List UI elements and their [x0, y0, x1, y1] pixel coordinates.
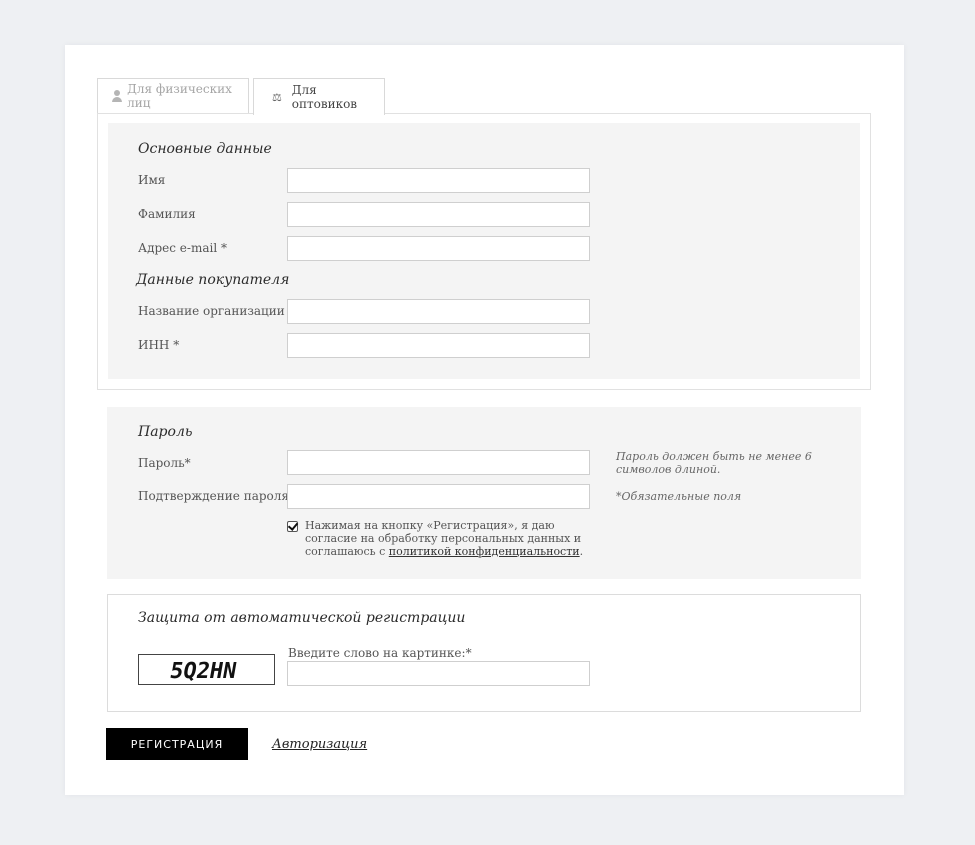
required-fields-note: *Обязательные поля — [616, 490, 742, 503]
consent-checkbox[interactable] — [287, 521, 298, 532]
buyer-data-title: Данные покупателя — [136, 272, 290, 288]
captcha-title: Защита от автоматической регистрации — [138, 610, 466, 626]
captcha-input[interactable] — [287, 661, 590, 686]
tab-individuals-label: Для физических лиц — [127, 82, 232, 110]
inn-input[interactable] — [287, 333, 590, 358]
privacy-policy-link[interactable]: политикой конфиденциальности — [389, 545, 580, 558]
name-label: Имя — [138, 173, 166, 187]
surname-input[interactable] — [287, 202, 590, 227]
consent-text-end: . — [579, 545, 584, 558]
email-input[interactable] — [287, 236, 590, 261]
password-confirm-label: Подтверждение пароля* — [138, 489, 295, 503]
consent-text: Нажимая на кнопку «Регистрация», я даю с… — [305, 519, 595, 558]
wholesale-icon: ⚖ — [272, 91, 282, 104]
captcha-label: Введите слово на картинке:* — [288, 646, 472, 660]
tab-wholesale-label: Для оптовиков — [291, 83, 358, 111]
password-hint: Пароль должен быть не менее 6 символов д… — [616, 450, 812, 476]
register-button[interactable]: РЕГИСТРАЦИЯ — [106, 728, 248, 760]
person-icon — [112, 90, 122, 102]
tab-wholesale[interactable]: ⚖ Для оптовиков — [253, 78, 385, 115]
tab-individuals[interactable]: Для физических лиц — [97, 78, 249, 113]
authorization-link[interactable]: Авторизация — [272, 737, 367, 752]
registration-card: Для физических лиц ⚖ Для оптовиков Основ… — [65, 45, 904, 795]
password-confirm-input[interactable] — [287, 484, 590, 509]
captcha-image-graphic: 5Q2HN — [168, 658, 239, 684]
organization-input[interactable] — [287, 299, 590, 324]
basic-data-title: Основные данные — [138, 141, 272, 157]
organization-label: Название организации * — [138, 304, 295, 318]
password-label: Пароль* — [138, 456, 191, 470]
captcha-image: 5Q2HN — [138, 654, 275, 685]
inn-label: ИНН * — [138, 338, 180, 352]
password-title: Пароль — [138, 424, 193, 440]
email-label: Адрес e-mail * — [138, 241, 227, 255]
password-input[interactable] — [287, 450, 590, 475]
captcha-image-text: 5Q2HN — [168, 658, 239, 684]
name-input[interactable] — [287, 168, 590, 193]
surname-label: Фамилия — [138, 207, 196, 221]
